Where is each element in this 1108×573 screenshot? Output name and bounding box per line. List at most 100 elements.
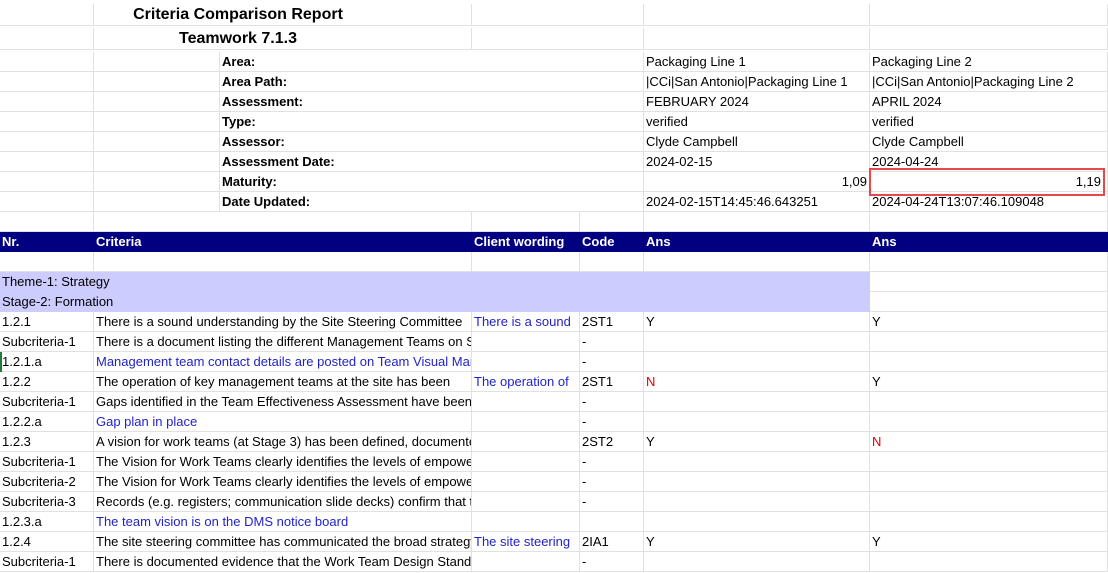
meta-label-assessment-date[interactable]: Assessment Date:	[220, 152, 644, 172]
row-client-wording[interactable]	[472, 352, 580, 372]
cell[interactable]	[870, 272, 1108, 292]
meta-label-type[interactable]: Type:	[220, 112, 644, 132]
row-client-wording[interactable]	[472, 412, 580, 432]
cell[interactable]	[0, 92, 94, 112]
assessment-date-value-2[interactable]: 2024-04-24	[870, 152, 1108, 172]
row-answer-2[interactable]: N	[870, 432, 1108, 452]
row-nr[interactable]: 1.2.1.a	[0, 352, 94, 372]
row-criteria[interactable]: There is documented evidence that the Wo…	[94, 552, 472, 572]
row-answer-1[interactable]: Y	[644, 432, 870, 452]
cell[interactable]	[0, 172, 94, 192]
row-criteria[interactable]: The team vision is on the DMS notice boa…	[94, 512, 472, 532]
row-client-wording[interactable]: There is a sound	[472, 312, 580, 332]
header-ans-2[interactable]: Ans	[870, 232, 1108, 252]
cell[interactable]	[94, 192, 220, 212]
row-code[interactable]: 2IA1	[580, 532, 644, 552]
cell[interactable]	[870, 4, 1108, 26]
row-criteria[interactable]: The operation of key management teams at…	[94, 372, 472, 392]
cell[interactable]	[94, 72, 220, 92]
row-client-wording[interactable]	[472, 492, 580, 512]
assessor-value-2[interactable]: Clyde Campbell	[870, 132, 1108, 152]
row-nr[interactable]: 1.2.3.a	[0, 512, 94, 532]
row-nr[interactable]: Subcriteria-1	[0, 332, 94, 352]
cell[interactable]	[472, 4, 644, 26]
cell[interactable]	[644, 252, 870, 272]
row-code[interactable]: -	[580, 472, 644, 492]
row-client-wording[interactable]	[472, 552, 580, 572]
date-updated-value-1[interactable]: 2024-02-15T14:45:46.643251	[644, 192, 870, 212]
row-nr[interactable]: 1.2.2	[0, 372, 94, 392]
row-answer-2[interactable]: Y	[870, 532, 1108, 552]
cell[interactable]	[870, 252, 1108, 272]
cell[interactable]	[94, 112, 220, 132]
row-criteria[interactable]: Records (e.g. registers; communication s…	[94, 492, 472, 512]
cell[interactable]	[870, 28, 1108, 50]
type-value-1[interactable]: verified	[644, 112, 870, 132]
row-code[interactable]: -	[580, 552, 644, 572]
report-title[interactable]: Criteria Comparison Report	[94, 4, 382, 26]
row-code[interactable]: -	[580, 332, 644, 352]
header-nr[interactable]: Nr.	[0, 232, 94, 252]
cell[interactable]	[472, 252, 580, 272]
cell[interactable]	[870, 292, 1108, 312]
assessor-value-1[interactable]: Clyde Campbell	[644, 132, 870, 152]
row-code[interactable]: -	[580, 492, 644, 512]
cell[interactable]	[870, 212, 1108, 232]
stage-label[interactable]: Stage-2: Formation	[0, 292, 870, 312]
header-client-wording[interactable]: Client wording	[472, 232, 580, 252]
row-code[interactable]: 2ST2	[580, 432, 644, 452]
row-answer-1[interactable]	[644, 452, 870, 472]
cell[interactable]	[94, 252, 472, 272]
row-criteria[interactable]: The Vision for Work Teams clearly identi…	[94, 452, 472, 472]
meta-label-area[interactable]: Area:	[220, 52, 644, 72]
assessment-date-value-1[interactable]: 2024-02-15	[644, 152, 870, 172]
row-nr[interactable]: Subcriteria-2	[0, 472, 94, 492]
row-code[interactable]	[580, 512, 644, 532]
row-criteria[interactable]: The Vision for Work Teams clearly identi…	[94, 472, 472, 492]
row-answer-2[interactable]	[870, 412, 1108, 432]
cell[interactable]	[644, 212, 870, 232]
row-answer-2[interactable]: Y	[870, 372, 1108, 392]
row-nr[interactable]: Subcriteria-3	[0, 492, 94, 512]
row-answer-2[interactable]	[870, 352, 1108, 372]
row-code[interactable]: 2ST1	[580, 312, 644, 332]
area-value-1[interactable]: Packaging Line 1	[644, 52, 870, 72]
cell[interactable]	[472, 28, 644, 50]
row-answer-1[interactable]: Y	[644, 312, 870, 332]
assessment-value-1[interactable]: FEBRUARY 2024	[644, 92, 870, 112]
row-nr[interactable]: 1.2.3	[0, 432, 94, 452]
row-code[interactable]: -	[580, 352, 644, 372]
row-nr[interactable]: Subcriteria-1	[0, 452, 94, 472]
cell[interactable]	[0, 132, 94, 152]
cell[interactable]	[94, 132, 220, 152]
row-answer-1[interactable]	[644, 492, 870, 512]
theme-label[interactable]: Theme-1: Strategy	[0, 272, 870, 292]
cell[interactable]	[94, 152, 220, 172]
assessment-value-2[interactable]: APRIL 2024	[870, 92, 1108, 112]
row-answer-2[interactable]	[870, 392, 1108, 412]
meta-label-assessment[interactable]: Assessment:	[220, 92, 644, 112]
cell[interactable]	[94, 172, 220, 192]
cell[interactable]	[644, 4, 870, 26]
type-value-2[interactable]: verified	[870, 112, 1108, 132]
cell[interactable]	[0, 112, 94, 132]
header-criteria[interactable]: Criteria	[94, 232, 472, 252]
row-answer-1[interactable]	[644, 352, 870, 372]
cell[interactable]	[0, 212, 94, 232]
area-path-value-2[interactable]: |CCi|San Antonio|Packaging Line 2	[870, 72, 1108, 92]
cell[interactable]	[0, 52, 94, 72]
row-nr[interactable]: 1.2.2.a	[0, 412, 94, 432]
row-client-wording[interactable]	[472, 432, 580, 452]
cell[interactable]	[382, 28, 472, 50]
meta-label-area-path[interactable]: Area Path:	[220, 72, 644, 92]
row-client-wording[interactable]	[472, 512, 580, 532]
cell[interactable]	[94, 92, 220, 112]
header-ans-1[interactable]: Ans	[644, 232, 870, 252]
row-code[interactable]: 2ST1	[580, 372, 644, 392]
cell[interactable]	[0, 72, 94, 92]
maturity-value-2[interactable]: 1,19	[870, 172, 1108, 192]
row-answer-1[interactable]	[644, 552, 870, 572]
row-criteria[interactable]: Gap plan in place	[94, 412, 472, 432]
row-answer-2[interactable]	[870, 472, 1108, 492]
row-client-wording[interactable]	[472, 472, 580, 492]
